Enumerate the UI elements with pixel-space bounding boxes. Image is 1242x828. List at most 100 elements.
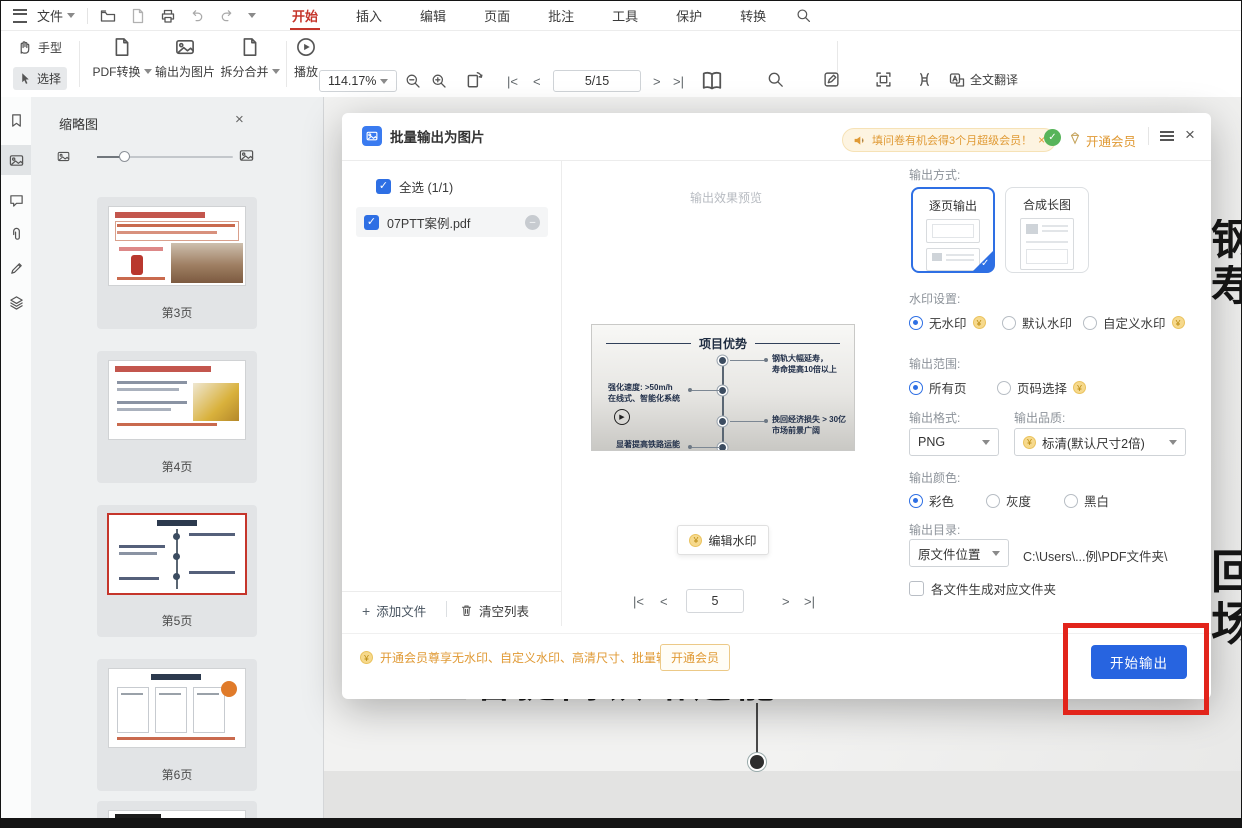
preview-prev-page-icon[interactable]: < [660, 594, 668, 609]
radio-grayscale[interactable]: 灰度 [986, 491, 1031, 510]
tab-edit[interactable]: 编辑 [418, 0, 448, 31]
preview-label: 输出效果预览 [690, 189, 762, 206]
add-file-button[interactable]: + 添加文件 [362, 601, 426, 620]
select-tool-button[interactable]: 选择 [13, 67, 67, 90]
folder-option-checkbox-row[interactable]: 各文件生成对应文件夹 [909, 579, 1056, 598]
thumbnail-page-6[interactable]: 第6页 [97, 659, 257, 791]
radio-default-watermark[interactable]: 默认水印 [1002, 313, 1072, 332]
new-file-icon[interactable] [130, 8, 146, 24]
rotate-doc-icon[interactable] [465, 71, 483, 89]
hamburger-icon[interactable] [13, 9, 27, 23]
split-merge-button[interactable]: 拆分合并 [219, 37, 281, 80]
footer-member-button[interactable]: 开通会员 [660, 644, 730, 671]
mode-long-image-card[interactable]: 合成长图 [1005, 187, 1089, 273]
divider [342, 160, 1211, 161]
tab-insert[interactable]: 插入 [354, 0, 384, 31]
member-avatar-icon[interactable]: ✓ [1044, 129, 1061, 146]
preview-next-page-icon[interactable]: > [782, 594, 790, 609]
zoom-level-select[interactable]: 114.17% [319, 70, 397, 92]
compress-icon[interactable] [916, 71, 933, 88]
preview-page-input[interactable] [686, 589, 744, 613]
layers-icon [9, 295, 24, 310]
edit-content-icon[interactable] [823, 71, 840, 88]
signature-panel-button[interactable] [1, 253, 31, 283]
preview-last-page-icon[interactable]: >| [804, 594, 815, 609]
divider [342, 591, 561, 592]
thumbnail-page-3[interactable]: 第3页 [97, 197, 257, 329]
upgrade-member-link[interactable]: 开通会员 [1086, 131, 1136, 150]
preview-first-page-icon[interactable]: |< [633, 594, 644, 609]
document-edge-text: 钢 [1211, 219, 1241, 263]
tab-convert[interactable]: 转换 [738, 0, 768, 31]
radio-icon [909, 494, 923, 508]
close-panel-icon[interactable]: × [235, 111, 244, 128]
redo-icon[interactable] [219, 8, 234, 23]
radio-all-pages[interactable]: 所有页 [909, 378, 967, 397]
tab-annotate[interactable]: 批注 [546, 0, 576, 31]
screenshot-compare-icon[interactable] [875, 71, 892, 88]
thumbnail-panel-button[interactable] [1, 145, 31, 175]
book-icon[interactable] [701, 70, 723, 92]
hand-tool-button[interactable]: 手型 [17, 39, 62, 56]
layers-panel-button[interactable] [1, 287, 31, 317]
clear-list-button[interactable]: 清空列表 [460, 601, 529, 620]
thumbnail-page-5-current[interactable]: 第5页 [97, 505, 257, 637]
chevron-down-icon[interactable] [248, 13, 256, 18]
tab-protect[interactable]: 保护 [674, 0, 704, 31]
select-all-checkbox[interactable]: ✓ [376, 179, 391, 194]
edit-watermark-button[interactable]: ¥ 编辑水印 [677, 525, 769, 555]
find-replace-icon[interactable] [767, 71, 784, 88]
dialog-menu-icon[interactable] [1160, 131, 1174, 133]
search-icon[interactable] [796, 8, 811, 23]
select-all-row[interactable]: ✓ 全选 (1/1) [376, 177, 453, 196]
quality-value: 标清(默认尺寸2倍) [1042, 433, 1145, 452]
attachment-panel-button[interactable] [1, 219, 31, 249]
slider-handle[interactable] [119, 151, 130, 162]
radio-no-watermark[interactable]: 无水印 ¥ [909, 313, 986, 332]
tab-home[interactable]: 开始 [290, 0, 320, 31]
folder-option-checkbox[interactable] [909, 581, 924, 596]
zoom-out-icon[interactable] [405, 73, 421, 89]
directory-select[interactable]: 原文件位置 [909, 539, 1009, 567]
mode-per-page-card[interactable]: 逐页输出 ✓ [911, 187, 995, 273]
next-page-button[interactable]: > [653, 74, 661, 89]
radio-color[interactable]: 彩色 [909, 491, 954, 510]
thumbnail-zoom-slider[interactable] [97, 156, 233, 158]
application-window: 文件 开始 插入 编辑 页面 批注 工具 保护 转换 手型 选择 [0, 0, 1242, 828]
file-list-item[interactable]: ✓ 07PTT案例.pdf – [356, 207, 548, 237]
radio-bw[interactable]: 黑白 [1064, 491, 1109, 510]
dialog-close-icon[interactable]: × [1185, 125, 1195, 145]
pdf-convert-button[interactable]: PDF转换 [91, 37, 153, 80]
file-menu[interactable]: 文件 [37, 6, 75, 25]
play-icon [296, 37, 316, 57]
full-translate-button[interactable]: 全文翻译 [949, 71, 1018, 88]
file-checkbox[interactable]: ✓ [364, 215, 379, 230]
thumbnail-page-4[interactable]: 第4页 [97, 351, 257, 483]
tab-tools[interactable]: 工具 [610, 0, 640, 31]
radio-custom-watermark[interactable]: 自定义水印 ¥ [1083, 313, 1185, 332]
comment-panel-button[interactable] [1, 185, 31, 215]
promo-banner[interactable]: 填问卷有机会得3个月超级会员！ × [842, 128, 1056, 152]
zoom-in-icon[interactable] [431, 73, 447, 89]
chevron-down-icon [67, 13, 75, 18]
bookmark-panel-button[interactable] [1, 105, 31, 135]
print-icon[interactable] [160, 8, 176, 24]
title-rule [606, 343, 691, 345]
member-badge-icon: ¥ [1023, 436, 1036, 449]
open-file-icon[interactable] [100, 8, 116, 24]
page-indicator-input[interactable]: 5/15 [553, 70, 641, 92]
last-page-button[interactable]: >| [673, 74, 684, 89]
format-label: 输出格式: [909, 409, 960, 426]
prev-page-button[interactable]: < [533, 74, 541, 89]
pdf-convert-icon [112, 37, 132, 57]
radio-page-select[interactable]: 页码选择 ¥ [997, 378, 1086, 397]
quality-select[interactable]: ¥ 标清(默认尺寸2倍) [1014, 428, 1186, 456]
tab-page[interactable]: 页面 [482, 0, 512, 31]
mode-per-page-label: 逐页输出 [929, 197, 977, 214]
format-select[interactable]: PNG [909, 428, 999, 456]
undo-icon[interactable] [190, 8, 205, 23]
member-badge-icon: ¥ [973, 316, 986, 329]
first-page-button[interactable]: |< [507, 74, 518, 89]
export-image-button[interactable]: 输出为图片 [151, 37, 219, 80]
remove-file-icon[interactable]: – [525, 215, 540, 230]
